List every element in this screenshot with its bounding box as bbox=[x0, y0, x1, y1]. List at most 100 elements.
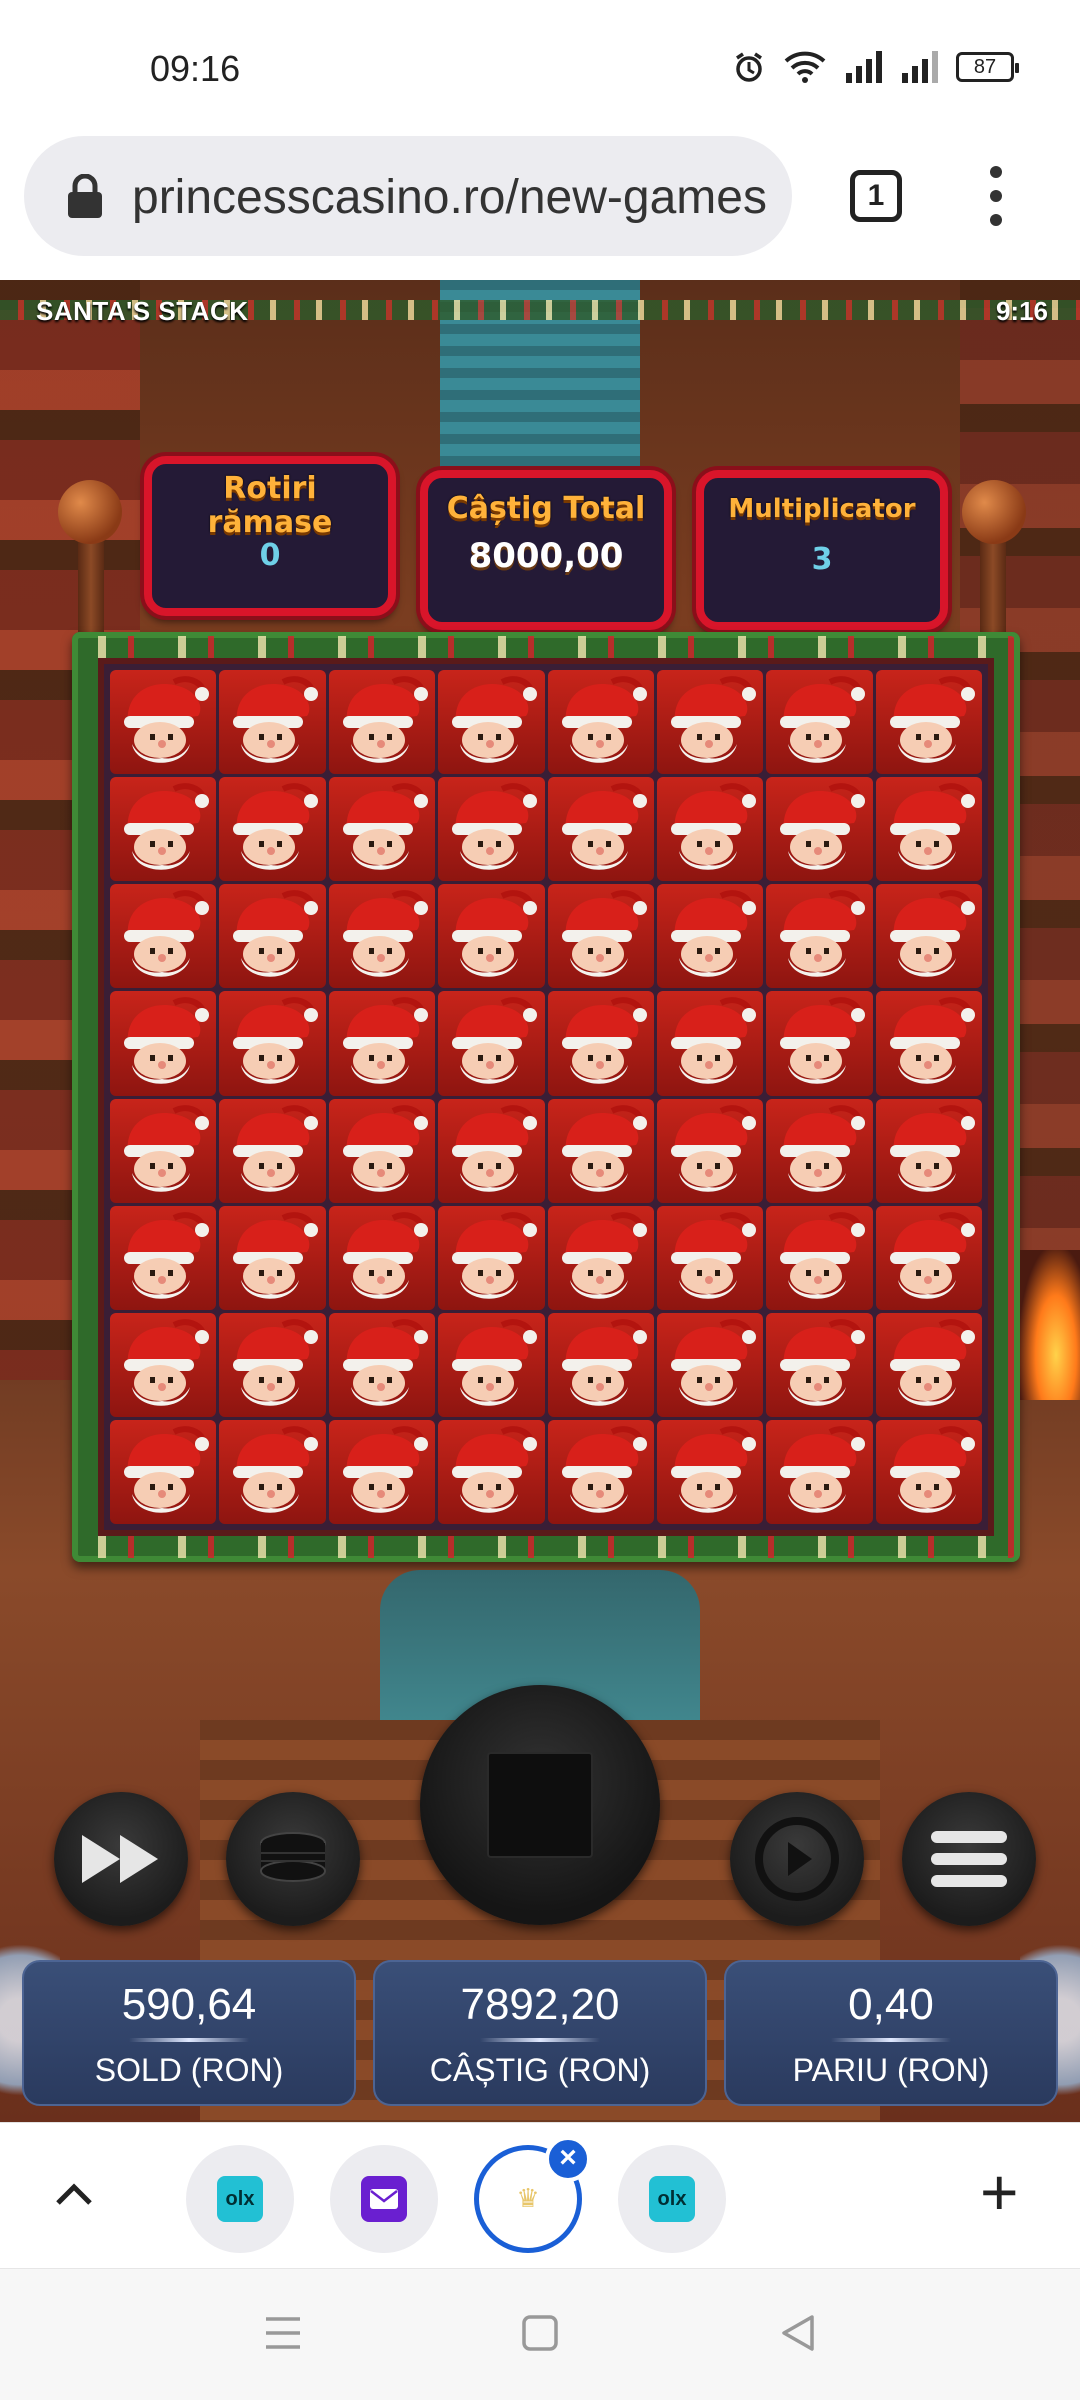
santa-icon bbox=[889, 997, 975, 1085]
system-navigation-bar bbox=[0, 2268, 1080, 2400]
home-icon[interactable] bbox=[520, 2313, 560, 2353]
balance-value: 590,64 bbox=[121, 1980, 257, 2029]
address-bar[interactable]: princesscasino.ro/new-games bbox=[24, 136, 792, 256]
reel-cell bbox=[656, 1205, 764, 1310]
santa-icon bbox=[889, 1211, 975, 1299]
reel-cell bbox=[110, 1205, 217, 1310]
santa-icon bbox=[233, 1211, 319, 1299]
bet-button[interactable] bbox=[226, 1792, 360, 1926]
santa-icon bbox=[889, 676, 975, 763]
reel-grid bbox=[98, 658, 994, 1536]
santa-icon bbox=[452, 1104, 538, 1192]
win-divider bbox=[480, 2038, 600, 2042]
reel-cell bbox=[656, 1419, 764, 1524]
santa-icon bbox=[124, 1426, 209, 1513]
recent-apps-icon[interactable] bbox=[262, 2313, 304, 2353]
balance-box: 590,64 SOLD (RON) bbox=[22, 1960, 356, 2106]
santa-icon bbox=[780, 1319, 866, 1406]
santa-icon bbox=[561, 890, 647, 978]
turbo-button[interactable] bbox=[54, 1792, 188, 1926]
santa-icon bbox=[452, 783, 538, 870]
tab-princess-casino[interactable]: ♛ × bbox=[474, 2136, 591, 2253]
reel-cell bbox=[110, 884, 217, 989]
reel-cell bbox=[328, 884, 436, 989]
reel-cell bbox=[766, 991, 873, 1096]
santa-icon bbox=[780, 890, 866, 978]
reel-cell bbox=[438, 1419, 545, 1524]
multiplier-value: 3 bbox=[811, 542, 833, 577]
reel-cell bbox=[110, 1419, 217, 1524]
reel-cell bbox=[656, 1312, 764, 1417]
fireplace bbox=[1020, 1250, 1080, 1400]
tab-olx-1[interactable]: olx bbox=[186, 2145, 294, 2253]
reel-cell bbox=[110, 670, 217, 775]
url-text[interactable]: princesscasino.ro/new-games bbox=[132, 170, 767, 225]
menu-button[interactable] bbox=[902, 1792, 1036, 1926]
status-bar: 09:16 87 bbox=[0, 0, 1080, 130]
tab-olx-2[interactable]: olx bbox=[618, 2145, 726, 2253]
santa-icon bbox=[561, 1211, 647, 1299]
reel-cell bbox=[547, 1312, 654, 1417]
santa-icon bbox=[561, 783, 647, 870]
santa-icon bbox=[670, 1319, 756, 1406]
tab-switcher-button[interactable]: 1 bbox=[850, 170, 902, 222]
reel-cell bbox=[766, 1312, 873, 1417]
santa-icon bbox=[233, 1319, 319, 1406]
santa-icon bbox=[561, 1319, 647, 1406]
reel-cell bbox=[547, 1205, 654, 1310]
reel-cell bbox=[219, 670, 326, 775]
balance-label: SOLD (RON) bbox=[94, 2052, 284, 2088]
stop-icon bbox=[487, 1752, 593, 1858]
reel-cell bbox=[438, 1098, 545, 1203]
santa-icon bbox=[342, 676, 428, 763]
reel-cell bbox=[547, 670, 654, 775]
reel-cell bbox=[110, 1312, 217, 1417]
browser-toolbar: princesscasino.ro/new-games 1 bbox=[0, 130, 1080, 280]
back-icon[interactable] bbox=[778, 2313, 818, 2353]
santa-icon bbox=[780, 1426, 866, 1513]
reel-cell bbox=[438, 670, 545, 775]
reel-cell bbox=[438, 884, 545, 989]
santa-icon bbox=[780, 783, 866, 870]
reel-cell bbox=[328, 1419, 436, 1524]
santa-icon bbox=[452, 1426, 538, 1513]
game-canvas[interactable]: SANTA'S STACK 9:16 Rotiri rămase 0 Câști… bbox=[0, 280, 1080, 2122]
santa-icon bbox=[670, 783, 756, 870]
autoplay-button[interactable] bbox=[730, 1792, 864, 1926]
reel-cell bbox=[766, 1419, 873, 1524]
more-menu-icon[interactable] bbox=[984, 166, 1008, 226]
santa-icon bbox=[342, 997, 428, 1085]
reel-cell bbox=[219, 991, 326, 1096]
santa-icon bbox=[780, 1211, 866, 1299]
spins-left-label: Rotiri rămase bbox=[207, 471, 333, 540]
santa-icon bbox=[561, 997, 647, 1085]
reel-cell bbox=[547, 1098, 654, 1203]
santa-icon bbox=[124, 890, 209, 978]
santa-icon bbox=[452, 890, 538, 978]
santa-icon bbox=[342, 890, 428, 978]
new-tab-icon[interactable]: + bbox=[980, 2159, 1019, 2225]
tab-yahoo-mail[interactable] bbox=[330, 2145, 438, 2253]
santa-icon bbox=[233, 783, 319, 870]
reel-cell bbox=[219, 1419, 326, 1524]
reel-cell bbox=[219, 1205, 326, 1310]
reel-cell bbox=[766, 1098, 873, 1203]
multiplier-label: Multiplicator bbox=[728, 494, 916, 524]
santa-icon bbox=[889, 1426, 975, 1513]
reel-cell bbox=[328, 991, 436, 1096]
battery-icon: 87 bbox=[956, 52, 1019, 82]
fast-forward-icon bbox=[82, 1835, 158, 1883]
reel-cell bbox=[656, 777, 764, 882]
santa-icon bbox=[889, 1319, 975, 1406]
reel-cell bbox=[875, 884, 982, 989]
stop-spin-button[interactable] bbox=[420, 1685, 660, 1925]
close-tab-icon[interactable]: × bbox=[545, 2136, 591, 2182]
bet-label: PARIU (RON) bbox=[792, 2052, 990, 2088]
game-clock: 9:16 bbox=[995, 296, 1048, 326]
chevron-up-icon[interactable] bbox=[52, 2173, 96, 2217]
santa-icon bbox=[452, 1211, 538, 1299]
reel-cell bbox=[219, 1098, 326, 1203]
tab-strip: olx ♛ × olx + bbox=[0, 2122, 1080, 2268]
bet-box[interactable]: 0,40 PARIU (RON) bbox=[724, 1960, 1058, 2106]
win-box: 7892,20 CÂȘTIG (RON) bbox=[373, 1960, 707, 2106]
